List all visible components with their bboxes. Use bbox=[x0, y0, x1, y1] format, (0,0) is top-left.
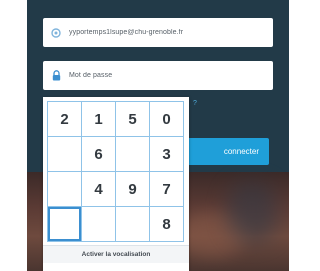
keypad-key[interactable]: 5 bbox=[116, 102, 150, 137]
keypad-key[interactable] bbox=[116, 137, 150, 172]
keypad-key[interactable] bbox=[48, 172, 82, 207]
keypad-key[interactable]: 4 bbox=[82, 172, 116, 207]
photo-shadow bbox=[227, 182, 277, 242]
keypad-grid: 2 1 5 0 6 3 4 9 7 8 bbox=[47, 101, 184, 242]
keypad-key[interactable]: 9 bbox=[116, 172, 150, 207]
keypad-key[interactable]: 6 bbox=[82, 137, 116, 172]
keypad-key[interactable] bbox=[116, 207, 150, 242]
email-field[interactable]: yyportemps1lsupe@chu-grenoble.fr bbox=[43, 18, 273, 47]
keypad-key[interactable]: 1 bbox=[82, 102, 116, 137]
forgot-password-link[interactable]: ? bbox=[193, 100, 197, 107]
keypad-key[interactable]: 7 bbox=[150, 172, 184, 207]
activate-vocalisation-button[interactable]: Activer la vocalisation bbox=[43, 245, 189, 263]
lock-icon bbox=[43, 61, 69, 90]
keypad-key[interactable] bbox=[82, 207, 116, 242]
virtual-keypad: 2 1 5 0 6 3 4 9 7 8 Activer la vocalisat… bbox=[43, 97, 189, 271]
at-icon bbox=[43, 18, 69, 47]
screenshot-frame: yyportemps1lsupe@chu-grenoble.fr Mot de … bbox=[0, 0, 289, 271]
keypad-key[interactable]: 2 bbox=[48, 102, 82, 137]
keypad-key[interactable]: 8 bbox=[150, 207, 184, 242]
keypad-key-selected[interactable] bbox=[48, 207, 82, 242]
keypad-key[interactable]: 3 bbox=[150, 137, 184, 172]
keypad-key[interactable] bbox=[48, 137, 82, 172]
password-placeholder: Mot de passe bbox=[69, 72, 113, 79]
email-value: yyportemps1lsupe@chu-grenoble.fr bbox=[69, 29, 184, 36]
keypad-key[interactable]: 0 bbox=[150, 102, 184, 137]
password-field[interactable]: Mot de passe bbox=[43, 61, 273, 90]
